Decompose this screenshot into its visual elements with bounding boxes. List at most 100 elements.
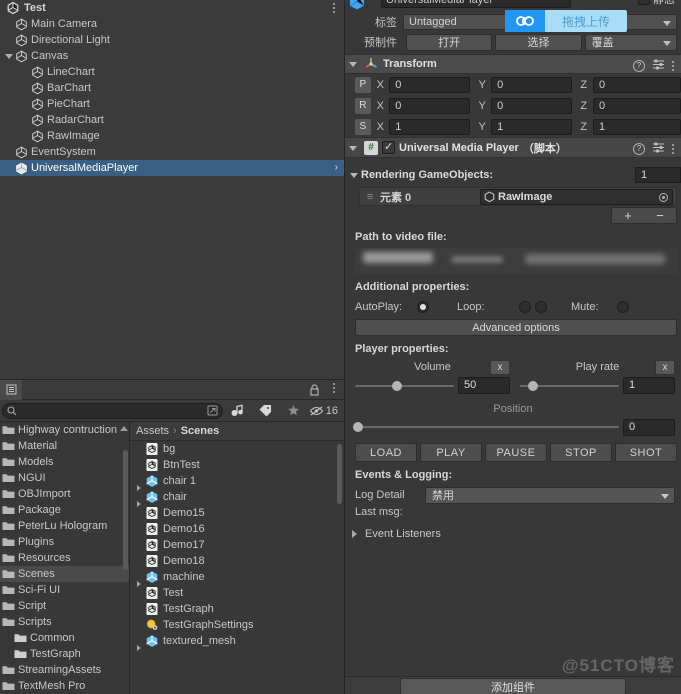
transform-z-field[interactable]: 0: [593, 76, 681, 93]
prefab-override-dropdown[interactable]: 覆盖: [584, 33, 677, 51]
hidden-count[interactable]: 16: [309, 405, 342, 417]
foldout-icon[interactable]: [4, 51, 15, 62]
playrate-value-field[interactable]: 1: [623, 377, 675, 394]
folder-scrollbar[interactable]: [123, 450, 128, 570]
preset-icon[interactable]: [652, 142, 665, 156]
hierarchy-item-main-camera[interactable]: Main Camera: [0, 16, 344, 32]
prefab-open-button[interactable]: 打开: [406, 33, 493, 51]
favorite-star-icon[interactable]: [281, 402, 307, 420]
hierarchy-item-radarchart[interactable]: RadarChart: [0, 112, 344, 128]
folder-item-scripts[interactable]: Scripts: [0, 614, 129, 630]
file-item-bg[interactable]: bg: [130, 441, 344, 457]
folder-item-peterlu-hologram[interactable]: PeterLu Hologram: [0, 518, 129, 534]
transform-x-field[interactable]: 0: [389, 76, 471, 93]
transform-y-field[interactable]: 0: [491, 97, 573, 114]
hierarchy-item-universalmediaplayer[interactable]: UniversalMediaPlayer ›: [0, 160, 344, 176]
hierarchy-item-eventsystem[interactable]: EventSystem: [0, 144, 344, 160]
hierarchy-item-piechart[interactable]: PieChart: [0, 96, 344, 112]
add-component-button[interactable]: 添加组件: [400, 678, 626, 694]
folder-item-streamingassets[interactable]: StreamingAssets: [0, 662, 129, 678]
ump-component-header[interactable]: # Universal Media Player （脚本） ?: [345, 137, 681, 158]
position-slider[interactable]: [352, 422, 619, 432]
kebab-menu-icon[interactable]: [333, 3, 336, 14]
volume-reset-button[interactable]: x: [490, 360, 510, 375]
folder-item-testgraph[interactable]: TestGraph: [0, 646, 129, 662]
scroll-up-arrow-icon[interactable]: [120, 426, 128, 431]
preset-icon[interactable]: [652, 59, 665, 73]
log-detail-dropdown[interactable]: 禁用: [425, 486, 675, 504]
hierarchy-item-barchart[interactable]: BarChart: [0, 80, 344, 96]
breadcrumb-root[interactable]: Assets: [136, 425, 169, 437]
lock-icon[interactable]: [309, 384, 320, 399]
folder-item-resources[interactable]: Resources: [0, 550, 129, 566]
kebab-menu-icon[interactable]: [672, 60, 675, 72]
folder-item-material[interactable]: Material: [0, 438, 129, 454]
help-icon[interactable]: ?: [633, 143, 645, 155]
label-filter-icon[interactable]: [253, 402, 279, 420]
folder-item-package[interactable]: Package: [0, 502, 129, 518]
playrate-slider[interactable]: [520, 380, 619, 391]
file-item-testgraph[interactable]: TestGraph: [130, 601, 344, 617]
folder-item-textmesh-pro[interactable]: TextMesh Pro: [0, 678, 129, 694]
help-icon[interactable]: ?: [633, 60, 645, 72]
event-listeners-foldout[interactable]: Event Listeners: [345, 524, 681, 544]
type-filter-icon[interactable]: [225, 402, 251, 420]
static-toggle[interactable]: 静态: [638, 0, 675, 7]
position-slider-knob[interactable]: [352, 422, 363, 432]
volume-slider[interactable]: [355, 380, 454, 391]
search-input-wrapper[interactable]: [2, 402, 223, 419]
prefab-select-button[interactable]: 选择: [495, 33, 582, 51]
transform-z-field[interactable]: 0: [593, 97, 681, 114]
volume-slider-knob[interactable]: [391, 380, 402, 391]
kebab-menu-icon[interactable]: [333, 383, 336, 394]
transform-z-field[interactable]: 1: [593, 118, 681, 135]
transform-x-field[interactable]: 1: [389, 118, 471, 135]
project-file-pane[interactable]: Assets › Scenes bg BtnTest chair 1 chair Dem…: [130, 422, 344, 694]
file-scrollbar[interactable]: [337, 444, 342, 504]
pause-button[interactable]: PAUSE: [485, 443, 547, 462]
mute-toggle[interactable]: [617, 301, 629, 313]
file-item-demo15[interactable]: Demo15: [130, 505, 344, 521]
project-tab[interactable]: [0, 379, 22, 400]
array-element-row[interactable]: ≡ 元素 0 RawImage: [359, 187, 677, 206]
position-value-field[interactable]: 0: [623, 418, 675, 436]
transform-x-field[interactable]: 0: [389, 97, 471, 114]
folder-item-objimport[interactable]: OBJImport: [0, 486, 129, 502]
rendering-gameobjects-row[interactable]: Rendering GameObjects: 1: [345, 166, 681, 184]
transform-y-field[interactable]: 0: [491, 76, 573, 93]
foldout-icon[interactable]: [348, 142, 360, 154]
static-checkbox[interactable]: [638, 0, 650, 5]
drag-handle-icon[interactable]: ≡: [360, 191, 380, 203]
file-item-chair[interactable]: chair: [130, 489, 344, 507]
shot-button[interactable]: SHOT: [615, 443, 677, 462]
transform-component-header[interactable]: Transform ?: [345, 54, 681, 74]
file-item-btntest[interactable]: BtnTest: [130, 457, 344, 473]
volume-value-field[interactable]: 50: [458, 377, 510, 394]
file-item-chair-1[interactable]: chair 1: [130, 473, 344, 491]
stop-button[interactable]: STOP: [550, 443, 612, 462]
folder-item-sci-fi-ui[interactable]: Sci-Fi UI: [0, 582, 129, 598]
hierarchy-item-rawimage[interactable]: RawImage: [0, 128, 344, 144]
play-button[interactable]: PLAY: [420, 443, 482, 462]
advanced-options-button[interactable]: Advanced options: [355, 319, 677, 336]
array-add-button[interactable]: +: [612, 208, 644, 223]
search-input[interactable]: [20, 405, 204, 416]
file-item-testgraphsettings[interactable]: TestGraphSettings: [130, 617, 344, 633]
hierarchy-panel[interactable]: Test Main Camera Directional Light Canvas L…: [0, 0, 345, 379]
folder-item-script[interactable]: Script: [0, 598, 129, 614]
folder-item-models[interactable]: Models: [0, 454, 129, 470]
array-remove-button[interactable]: −: [644, 208, 676, 223]
drag-upload-overlay[interactable]: 拖拽上传: [505, 10, 627, 32]
rendering-count-field[interactable]: 1: [635, 167, 681, 183]
playrate-slider-knob[interactable]: [527, 380, 538, 391]
file-item-demo16[interactable]: Demo16: [130, 521, 344, 537]
file-item-test[interactable]: Test: [130, 585, 344, 601]
file-item-machine[interactable]: machine: [130, 569, 344, 587]
foldout-icon[interactable]: [349, 528, 361, 540]
object-picker-icon[interactable]: [659, 192, 668, 202]
folder-item-ngui[interactable]: NGUI: [0, 470, 129, 486]
hierarchy-scene-root[interactable]: Test: [0, 0, 344, 16]
chevron-right-icon[interactable]: ›: [335, 162, 338, 173]
folder-item-plugins[interactable]: Plugins: [0, 534, 129, 550]
file-item-demo17[interactable]: Demo17: [130, 537, 344, 553]
